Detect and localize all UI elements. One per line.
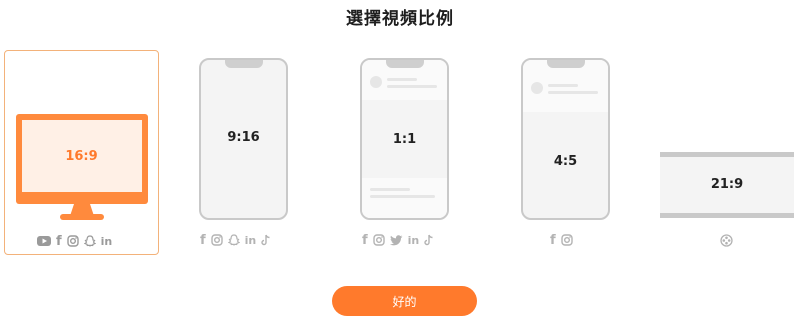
phone-frame: [521, 58, 610, 220]
dialog-title: 選擇視頻比例: [346, 9, 454, 29]
youtube-icon: [37, 234, 51, 248]
platform-icons: f in: [362, 232, 434, 248]
ratio-label: 16:9: [65, 149, 98, 164]
feed-footer: [362, 178, 447, 218]
platform-icons: f: [550, 232, 573, 248]
confirm-button[interactable]: 好的: [332, 286, 477, 316]
tiktok-icon: [424, 233, 434, 247]
platform-icons: [720, 233, 733, 247]
ratio-label: 21:9: [710, 177, 744, 192]
instagram-icon: [66, 234, 79, 248]
snapchat-icon: [227, 233, 240, 247]
text-line: [370, 188, 410, 191]
ratio-option-1-1[interactable]: 1:1 f in: [330, 50, 470, 255]
linkedin-icon: in: [100, 234, 113, 248]
snapchat-icon: [83, 234, 96, 248]
text-line: [387, 85, 437, 88]
facebook-icon: f: [200, 232, 206, 248]
ratio-option-21-9[interactable]: 21:9: [652, 50, 800, 255]
monitor-icon: [16, 114, 148, 220]
text-line: [548, 84, 578, 87]
facebook-icon: f: [550, 232, 556, 248]
instagram-icon: [560, 233, 573, 247]
platform-icons: f in: [200, 232, 271, 248]
text-line: [387, 78, 417, 81]
ratio-label: 9:16: [227, 130, 260, 145]
facebook-icon: f: [362, 232, 368, 248]
linkedin-icon: in: [244, 233, 257, 247]
twitter-icon: [389, 233, 403, 247]
phone-notch: [385, 60, 424, 68]
ratio-option-9-16[interactable]: 9:16 f in: [170, 50, 310, 255]
phone-notch: [546, 60, 585, 68]
tiktok-icon: [261, 233, 271, 247]
ratio-label: 4:5: [553, 154, 578, 169]
linkedin-icon: in: [407, 233, 420, 247]
platform-icons: f in: [37, 233, 113, 249]
ratio-label: 1:1: [392, 132, 417, 147]
text-line: [548, 91, 598, 94]
ratio-option-4-5[interactable]: 4:5 f: [492, 50, 632, 255]
instagram-icon: [372, 233, 385, 247]
ratio-option-16-9[interactable]: 16:9 f in: [4, 50, 159, 255]
avatar: [370, 76, 382, 88]
instagram-icon: [210, 233, 223, 247]
phone-notch: [224, 60, 263, 68]
film-reel-icon: [720, 233, 733, 247]
text-line: [370, 195, 435, 198]
avatar: [531, 82, 543, 94]
facebook-icon: f: [56, 233, 62, 249]
